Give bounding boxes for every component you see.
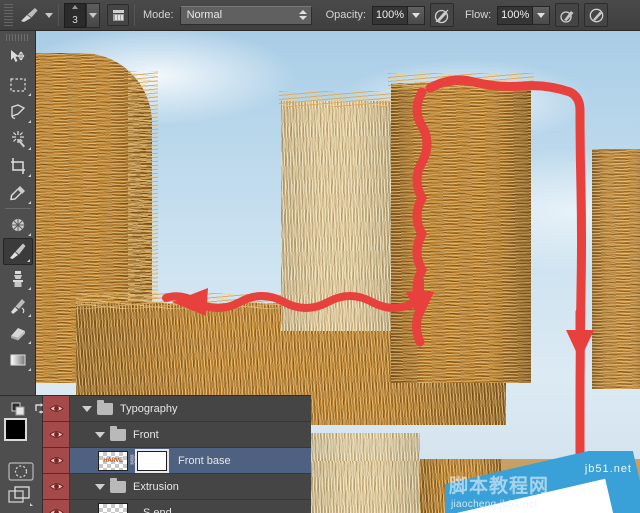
straw-shape-right <box>391 83 531 383</box>
layer-visibility-toggle[interactable] <box>43 500 70 513</box>
tool-expand-corner-icon <box>27 201 31 204</box>
straw-shape-pale-middle <box>281 101 393 331</box>
layer-row[interactable]: Front <box>43 422 311 448</box>
layer-thumbnail[interactable]: HARVE <box>98 450 128 471</box>
straw-fuzz-right <box>388 73 534 89</box>
opacity-slider-button[interactable] <box>407 5 425 25</box>
layer-thumbnail[interactable] <box>98 502 128 513</box>
lasso-tool[interactable] <box>3 98 33 125</box>
layer-name: Typography <box>120 402 178 415</box>
tool-expand-corner-icon <box>27 368 31 371</box>
group-disclosure-triangle-icon[interactable] <box>95 431 105 438</box>
flow-slider-button[interactable] <box>533 5 551 25</box>
eye-icon <box>48 457 64 464</box>
toolbar-divider <box>4 208 31 209</box>
layer-name: Front base <box>178 454 231 467</box>
blend-mode-value: Normal <box>186 9 223 21</box>
blend-mode-updown-icon <box>298 10 307 20</box>
brush-size-value: 3 <box>72 14 78 26</box>
tool-expand-corner-icon <box>27 233 31 236</box>
magic-wand-tool[interactable] <box>3 125 33 152</box>
foreground-color-swatch[interactable] <box>4 418 27 441</box>
brush-preset-chevron-down-icon[interactable] <box>45 12 53 18</box>
divider <box>58 4 59 26</box>
layer-name: Front <box>133 428 159 441</box>
opacity-input[interactable]: 100% <box>371 5 408 25</box>
pressure-size-icon[interactable] <box>584 3 609 27</box>
history-brush-tool[interactable] <box>3 292 33 319</box>
tool-expand-corner-icon <box>27 120 31 123</box>
layers-panel: Typography Front HARVE ⛓ Front base Extr… <box>0 395 311 513</box>
tool-expand-corner-icon <box>27 341 31 344</box>
eye-icon <box>48 405 64 412</box>
tool-expand-corner-icon <box>27 287 31 290</box>
layer-visibility-toggle[interactable] <box>43 422 70 447</box>
quick-mask-icon[interactable] <box>8 462 34 486</box>
flow-input[interactable]: 100% <box>497 5 534 25</box>
pressure-opacity-icon[interactable] <box>429 3 454 27</box>
color-and-mode-strip <box>0 396 47 513</box>
group-disclosure-triangle-icon[interactable] <box>82 405 92 412</box>
layer-row-selected[interactable]: HARVE ⛓ Front base <box>43 448 311 474</box>
rectangular-marquee-tool[interactable] <box>3 71 33 98</box>
layer-visibility-toggle[interactable] <box>43 474 70 499</box>
options-bar-grip[interactable] <box>4 4 13 26</box>
options-bar: 3 Mode: Normal Opacity: 100% Flow: 100% <box>0 0 640 31</box>
tool-expand-corner-icon <box>27 147 31 150</box>
layer-row[interactable]: S end <box>43 500 311 513</box>
screen-mode-icon[interactable] <box>8 486 34 512</box>
layer-visibility-toggle[interactable] <box>43 448 70 473</box>
layer-list[interactable]: Typography Front HARVE ⛓ Front base Extr… <box>43 396 311 513</box>
opacity-value: 100% <box>375 9 404 21</box>
mode-label: Mode: <box>143 9 174 21</box>
layer-name: S end <box>143 506 172 513</box>
gradient-tool[interactable] <box>3 346 33 373</box>
airbrush-icon[interactable] <box>555 3 580 27</box>
folder-icon <box>110 477 126 493</box>
divider <box>134 4 135 26</box>
tool-expand-corner-icon <box>26 259 30 262</box>
group-disclosure-triangle-icon[interactable] <box>95 483 105 490</box>
brush-size-stepper[interactable] <box>86 2 100 28</box>
eye-icon <box>48 509 64 513</box>
watermark-chinese-text: 脚本教程网 <box>449 476 550 497</box>
layer-row[interactable]: Extrusion <box>43 474 311 500</box>
spot-healing-brush-tool[interactable] <box>3 211 33 238</box>
blend-mode-select[interactable]: Normal <box>179 5 312 25</box>
move-tool[interactable] <box>3 44 33 71</box>
tool-expand-corner-icon <box>27 174 31 177</box>
color-swatches[interactable] <box>4 418 41 455</box>
brush-tool[interactable] <box>2 238 33 265</box>
tool-expand-corner-icon <box>27 314 31 317</box>
tool-expand-corner-icon <box>27 93 31 96</box>
watermark: jb51.net 脚本教程网 jiaocheng.jb51.net <box>445 451 640 513</box>
folder-icon <box>97 399 113 415</box>
flow-value: 100% <box>501 9 530 21</box>
tools-panel-grip[interactable] <box>5 34 30 41</box>
eye-icon <box>48 483 64 490</box>
eye-icon <box>48 431 64 438</box>
clone-stamp-tool[interactable] <box>3 265 33 292</box>
brush-size-input[interactable]: 3 <box>64 2 86 28</box>
layer-mask-thumbnail[interactable] <box>135 448 169 473</box>
brush-preset-icon[interactable] <box>16 4 42 26</box>
layer-row[interactable]: Typography <box>43 396 311 422</box>
eyedropper-tool[interactable] <box>3 179 33 206</box>
folder-icon <box>110 425 126 441</box>
crop-tool[interactable] <box>3 152 33 179</box>
straw-shape-far-right <box>592 149 640 389</box>
eraser-tool[interactable] <box>3 319 33 346</box>
opacity-label: Opacity: <box>325 9 366 21</box>
straw-block-bottom-pale <box>308 459 420 513</box>
straw-fuzz-pale-top <box>279 91 395 107</box>
watermark-url: jiaocheng.jb51.net <box>451 499 538 510</box>
photoshop-window: 3 Mode: Normal Opacity: 100% Flow: 100% … <box>0 0 640 513</box>
watermark-site: jb51.net <box>584 463 632 475</box>
layer-visibility-toggle[interactable] <box>43 396 70 421</box>
flow-label: Flow: <box>464 9 492 21</box>
brush-panel-toggle-icon[interactable] <box>107 4 129 26</box>
layer-name: Extrusion <box>133 480 179 493</box>
straw-block-bottom-left <box>308 433 420 461</box>
layer-mask-link-icon[interactable]: ⛓ <box>128 455 141 466</box>
